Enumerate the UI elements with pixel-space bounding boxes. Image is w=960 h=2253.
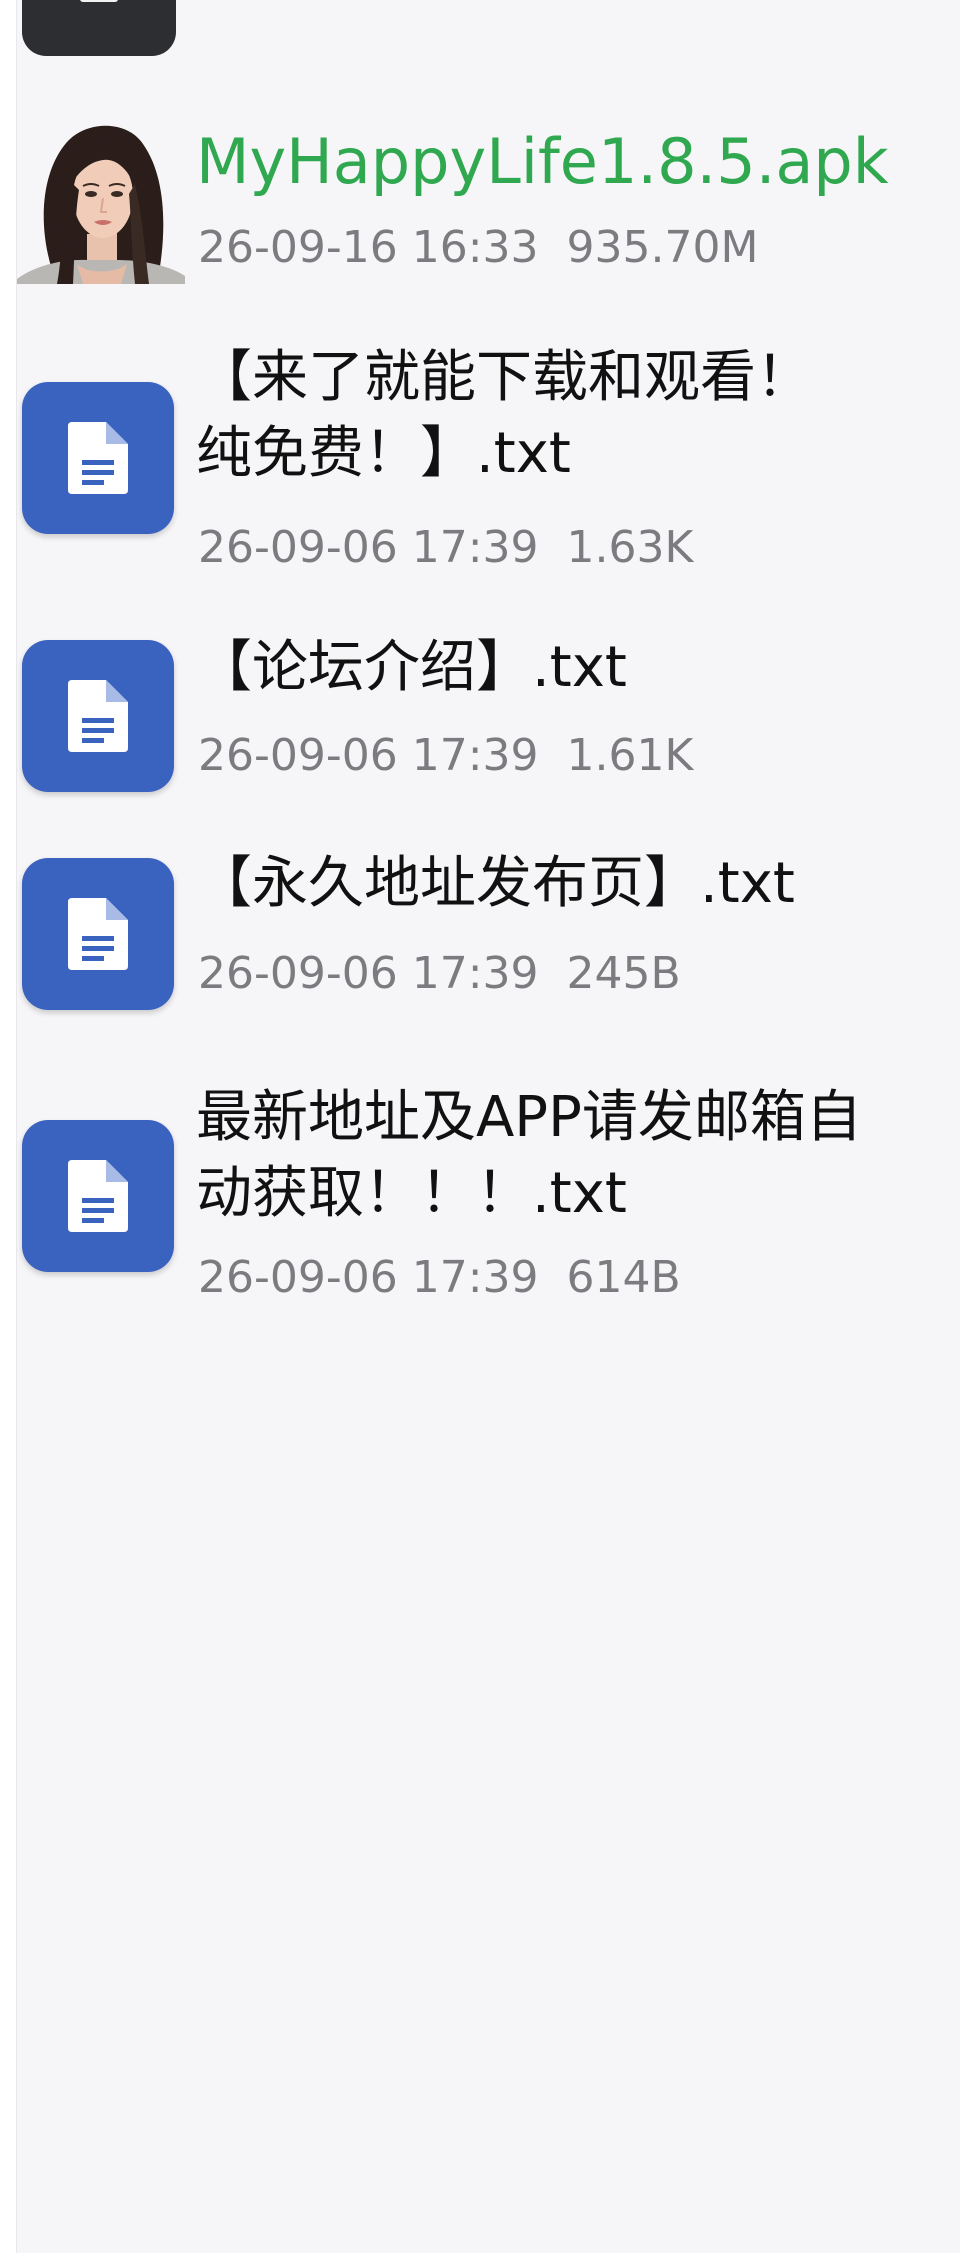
file-date: 26-09-06 17:39: [198, 948, 539, 999]
list-item[interactable]: 【论坛介绍】.txt 26-09-06 17:39 1.61K: [0, 635, 960, 810]
file-size: 1.61K: [566, 730, 694, 781]
list-item[interactable]: 【永久地址发布页】.txt 26-09-06 17:39 245B: [0, 851, 960, 1028]
file-date: 26-09-06 17:39: [198, 522, 539, 573]
file-date: 26-09-06 17:39: [198, 730, 539, 781]
document-icon: [22, 858, 174, 1010]
file-date: 26-09-06 17:39: [198, 1252, 539, 1303]
list-item[interactable]: MyHappyLife1.8.5.apk 26-09-16 16:33 935.…: [0, 110, 960, 300]
file-meta: 26-09-06 17:39 1.61K: [198, 728, 693, 784]
file-name: MyHappyLife1.8.5.apk: [196, 125, 889, 198]
file-meta: 26-09-06 17:39 614B: [198, 1250, 681, 1306]
file-size: 245B: [566, 948, 681, 999]
file-meta: 26-09-16 16:33 935.70M: [198, 220, 758, 276]
file-name: 【论坛介绍】.txt: [196, 635, 627, 700]
file-meta: 26-09-06 17:39 245B: [198, 946, 681, 1002]
partial-folder-icon[interactable]: [22, 0, 176, 56]
file-size: 1.63K: [566, 522, 694, 573]
document-icon: [22, 382, 174, 534]
document-icon: [22, 1120, 174, 1272]
file-size: 935.70M: [566, 222, 759, 273]
list-item[interactable]: 【来了就能下载和观看！纯免费！】.txt 26-09-06 17:39 1.63…: [0, 340, 960, 580]
list-item[interactable]: 最新地址及APP请发邮箱自动获取！！！.txt 26-09-06 17:39 6…: [0, 1080, 960, 1320]
file-size: 614B: [566, 1252, 681, 1303]
file-meta: 26-09-06 17:39 1.63K: [198, 520, 693, 576]
file-name: 【永久地址发布页】.txt: [196, 851, 795, 916]
document-icon: [22, 640, 174, 792]
file-name: 【来了就能下载和观看！纯免费！】.txt: [196, 345, 812, 486]
file-name: 最新地址及APP请发邮箱自动获取！！！.txt: [196, 1085, 862, 1226]
file-date: 26-09-16 16:33: [198, 222, 539, 273]
app-thumbnail-icon: [17, 114, 185, 284]
